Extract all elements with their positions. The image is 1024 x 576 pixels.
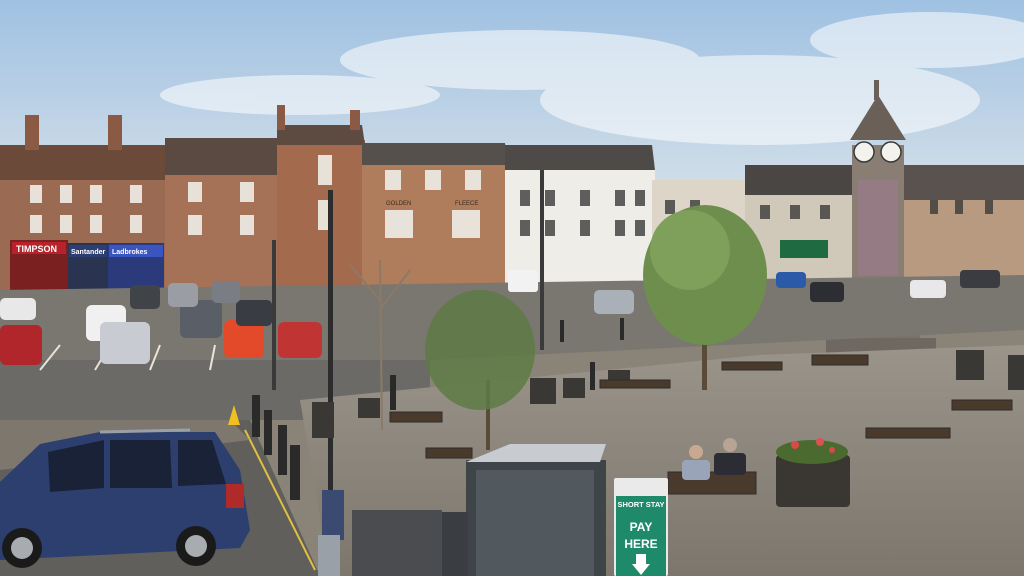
building-sign-golden: GOLDEN	[386, 201, 411, 207]
market-square-scene: TIMPSON Santander Ladbrokes GOLDEN FLEEC…	[0, 0, 1024, 576]
clock-face-right	[880, 141, 902, 163]
shop-sign-santander: Santander	[71, 249, 106, 256]
roof-left	[0, 145, 168, 180]
shop-sign-timpson: TIMPSON	[16, 244, 57, 254]
shop-sign-ladbrokes: Ladbrokes	[112, 249, 148, 256]
clock-face-left	[853, 141, 875, 163]
parking-sign: SHORT STAY PAY HERE	[614, 478, 668, 576]
blue-car	[0, 428, 250, 568]
parking-sign-line2: PAY	[630, 520, 653, 534]
building-sign-fleece: FLEECE	[455, 201, 478, 207]
litter-bin	[352, 510, 442, 576]
building-second	[165, 170, 277, 295]
parking-sign-line1: SHORT STAY	[617, 500, 664, 509]
parking-sign-line3: HERE	[624, 537, 657, 551]
